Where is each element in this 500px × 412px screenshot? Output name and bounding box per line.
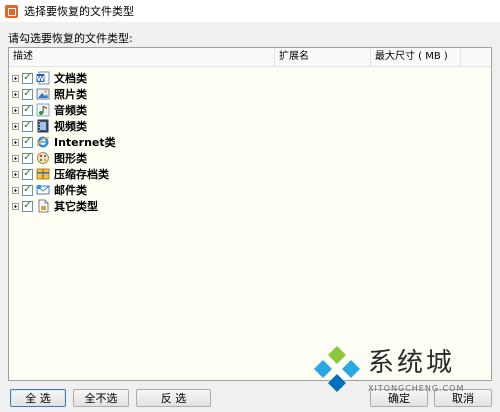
invert-selection-button[interactable]: 反 选 — [136, 389, 211, 407]
category-checkbox[interactable]: ✓ — [22, 88, 33, 100]
list-item[interactable]: ✓ 图形类 — [9, 150, 491, 166]
category-label: 音频类 — [54, 104, 87, 117]
expand-icon[interactable] — [12, 202, 19, 210]
select-all-button[interactable]: 全 选 — [10, 389, 66, 407]
category-label: 压缩存档类 — [54, 168, 109, 181]
category-label: 图形类 — [54, 152, 87, 165]
expand-icon[interactable] — [12, 74, 19, 82]
svg-text:W: W — [37, 75, 45, 83]
watermark-subtext: XITONGCHENG.COM — [368, 384, 465, 393]
category-checkbox[interactable]: ✓ — [22, 168, 33, 180]
category-tree: ✓ W 文档类 ✓ 照片类 ✓ 音频类 ✓ 视频类 ✓ Internet类 ✓ … — [9, 67, 491, 214]
column-header-max-size[interactable]: 最大尺寸 ( MB ) — [371, 48, 461, 66]
expand-icon[interactable] — [12, 90, 19, 98]
watermark-logo-icon — [314, 346, 360, 392]
category-checkbox[interactable]: ✓ — [22, 200, 33, 212]
file-type-list[interactable]: 描述 扩展名 最大尺寸 ( MB ) ✓ W 文档类 ✓ 照片类 ✓ 音频类 ✓… — [8, 47, 492, 381]
window-title: 选择要恢复的文件类型 — [24, 5, 134, 18]
column-header-description[interactable]: 描述 — [9, 48, 275, 66]
list-item[interactable]: ✓ W 文档类 — [9, 70, 491, 86]
expand-icon[interactable] — [12, 170, 19, 178]
category-checkbox[interactable]: ✓ — [22, 184, 33, 196]
list-item[interactable]: ✓ Internet类 — [9, 134, 491, 150]
list-item[interactable]: ✓ 压缩存档类 — [9, 166, 491, 182]
list-item[interactable]: ✓ 其它类型 — [9, 198, 491, 214]
app-logo-icon — [5, 4, 18, 18]
expand-icon[interactable] — [12, 186, 19, 194]
expand-icon[interactable] — [12, 138, 19, 146]
list-item[interactable]: ✓ 音频类 — [9, 102, 491, 118]
photo-icon — [36, 88, 50, 100]
list-item[interactable]: ✓ 视频类 — [9, 118, 491, 134]
other-file-icon — [38, 199, 49, 213]
word-document-icon: W — [36, 71, 50, 85]
expand-icon[interactable] — [12, 106, 19, 114]
category-checkbox[interactable]: ✓ — [22, 120, 33, 132]
graphics-icon — [37, 152, 49, 164]
category-checkbox[interactable]: ✓ — [22, 72, 33, 84]
column-header-extension[interactable]: 扩展名 — [275, 48, 371, 66]
category-checkbox[interactable]: ✓ — [22, 104, 33, 116]
archive-icon — [36, 168, 50, 180]
list-header: 描述 扩展名 最大尺寸 ( MB ) — [9, 48, 491, 67]
watermark-text: 系统城 — [368, 348, 456, 378]
category-checkbox[interactable]: ✓ — [22, 152, 33, 164]
title-bar: 选择要恢复的文件类型 — [0, 0, 500, 22]
audio-icon — [36, 103, 50, 117]
instruction-label: 请勾选要恢复的文件类型: — [8, 32, 133, 45]
video-icon — [37, 119, 49, 133]
category-label: Internet类 — [54, 136, 116, 149]
column-header-empty — [461, 48, 491, 66]
internet-explorer-icon — [36, 136, 50, 148]
expand-icon[interactable] — [12, 154, 19, 162]
category-label: 照片类 — [54, 88, 87, 101]
list-item[interactable]: ✓ 邮件类 — [9, 182, 491, 198]
category-label: 文档类 — [54, 72, 87, 85]
category-label: 其它类型 — [54, 200, 98, 213]
category-label: 邮件类 — [54, 184, 87, 197]
watermark: 系统城 XITONGCHENG.COM — [308, 340, 498, 404]
mail-icon — [36, 184, 50, 195]
expand-icon[interactable] — [12, 122, 19, 130]
select-none-button[interactable]: 全不选 — [73, 389, 129, 407]
category-label: 视频类 — [54, 120, 87, 133]
category-checkbox[interactable]: ✓ — [22, 136, 33, 148]
list-item[interactable]: ✓ 照片类 — [9, 86, 491, 102]
